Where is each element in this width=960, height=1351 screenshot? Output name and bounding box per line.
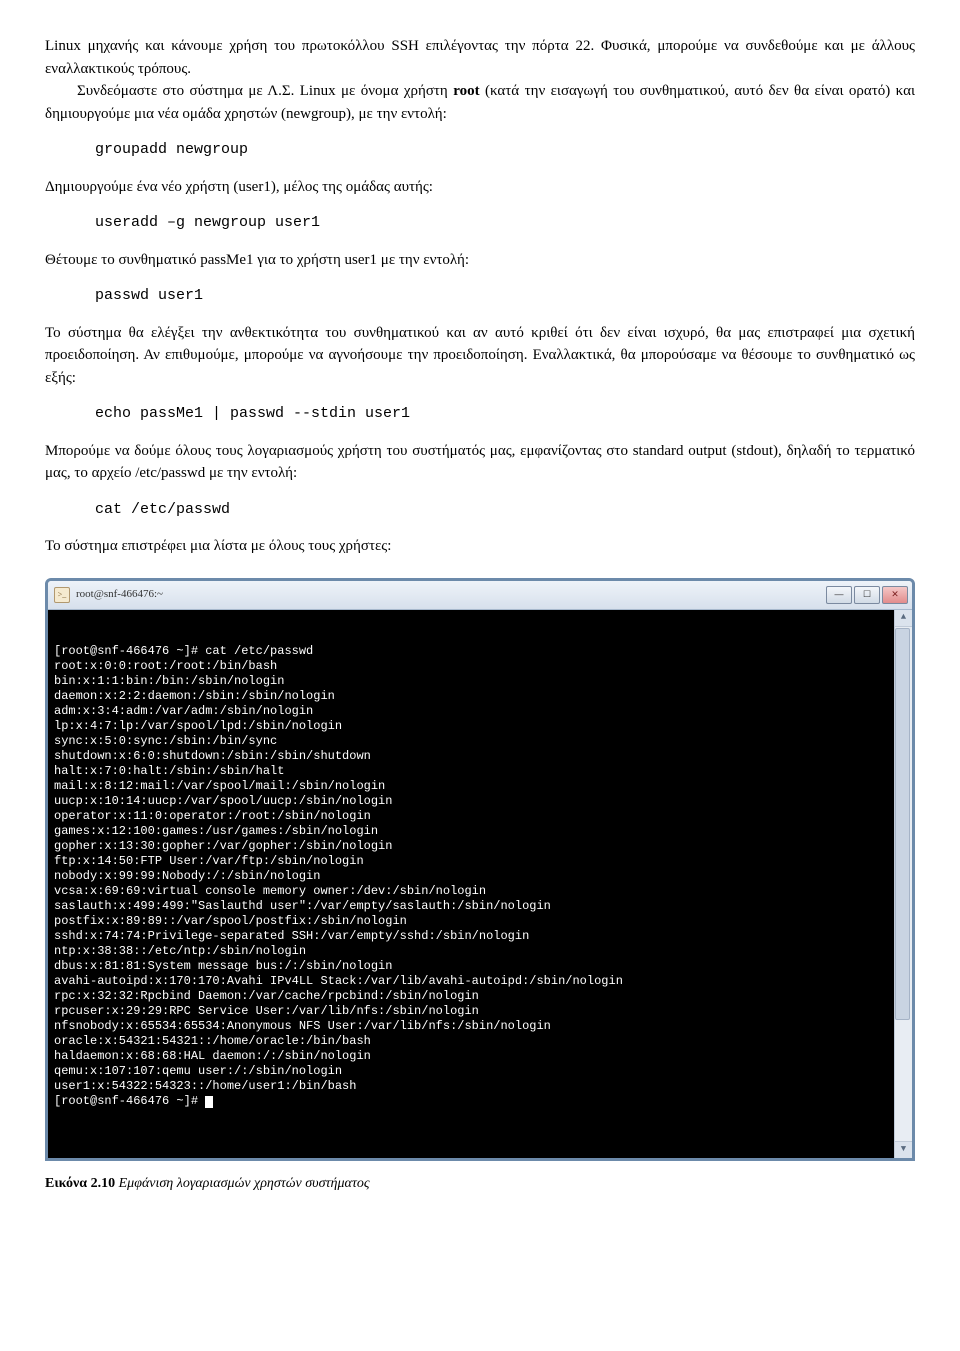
figure-number: Εικόνα 2.10 bbox=[45, 1176, 115, 1191]
scroll-up-arrow-icon[interactable]: ▲ bbox=[895, 610, 912, 627]
command-useradd: useradd –g newgroup user1 bbox=[95, 212, 915, 235]
window-title: root@snf-466476:~ bbox=[76, 586, 163, 603]
paragraph-5: Μπορούμε να δούμε όλους τους λογαριασμού… bbox=[45, 440, 915, 485]
paragraph-1b: Συνδεόμαστε στο σύστημα με Λ.Σ. Linux με… bbox=[45, 80, 915, 125]
root-bold: root bbox=[453, 83, 479, 99]
titlebar-left: >_ root@snf-466476:~ bbox=[54, 586, 163, 603]
maximize-button[interactable]: ☐ bbox=[854, 586, 880, 604]
command-groupadd: groupadd newgroup bbox=[95, 139, 915, 162]
window-titlebar: >_ root@snf-466476:~ — ☐ ✕ bbox=[48, 581, 912, 610]
figure-caption: Εικόνα 2.10 Εμφάνιση λογαριασμών χρηστών… bbox=[45, 1173, 915, 1194]
minimize-button[interactable]: — bbox=[826, 586, 852, 604]
paragraph-2: Δημιουργούμε ένα νέο χρήστη (user1), μέλ… bbox=[45, 176, 915, 199]
vertical-scrollbar[interactable]: ▲ ▼ bbox=[894, 610, 912, 1158]
command-cat-passwd: cat /etc/passwd bbox=[95, 499, 915, 522]
command-passwd: passwd user1 bbox=[95, 285, 915, 308]
window-buttons: — ☐ ✕ bbox=[826, 586, 908, 604]
terminal-output: [root@snf-466476 ~]# cat /etc/passwd roo… bbox=[54, 644, 889, 1109]
scroll-down-arrow-icon[interactable]: ▼ bbox=[895, 1141, 912, 1158]
terminal-icon: >_ bbox=[54, 587, 70, 603]
para1b-pre: Συνδεόμαστε στο σύστημα με Λ.Σ. Linux με… bbox=[77, 83, 453, 99]
figure-text: Εμφάνιση λογαριασμών χρηστών συστήματος bbox=[115, 1176, 369, 1191]
close-button[interactable]: ✕ bbox=[882, 586, 908, 604]
paragraph-4: Το σύστημα θα ελέγξει την ανθεκτικότητα … bbox=[45, 322, 915, 390]
paragraph-1a: Linux μηχανής και κάνουμε χρήση του πρωτ… bbox=[45, 35, 915, 80]
paragraph-3: Θέτουμε το συνθηματικό passMe1 για το χρ… bbox=[45, 249, 915, 272]
command-echo-passwd: echo passMe1 | passwd --stdin user1 bbox=[95, 403, 915, 426]
paragraph-6: Το σύστημα επιστρέφει μια λίστα με όλους… bbox=[45, 535, 915, 558]
terminal-window: >_ root@snf-466476:~ — ☐ ✕ [root@snf-466… bbox=[45, 578, 915, 1161]
terminal-body[interactable]: [root@snf-466476 ~]# cat /etc/passwd roo… bbox=[48, 610, 912, 1158]
scroll-thumb[interactable] bbox=[895, 628, 910, 1020]
